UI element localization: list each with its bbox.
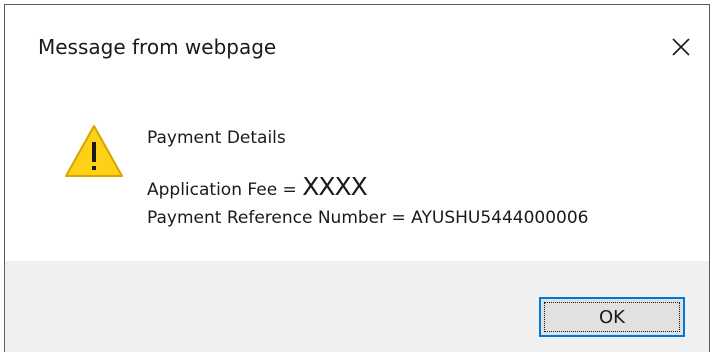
message-dialog: Message from webpage Payment Details App… bbox=[4, 4, 710, 352]
fee-label: Application Fee = bbox=[147, 180, 303, 200]
payment-reference-line: Payment Reference Number = AYUSHU5444000… bbox=[147, 208, 589, 228]
close-button[interactable] bbox=[661, 27, 701, 67]
message-heading: Payment Details bbox=[147, 128, 286, 148]
warning-icon bbox=[65, 125, 123, 177]
dialog-footer: OK bbox=[5, 261, 709, 352]
fee-value: XXXX bbox=[302, 172, 368, 201]
ok-button[interactable]: OK bbox=[539, 297, 685, 337]
dialog-titlebar: Message from webpage bbox=[5, 5, 709, 83]
dialog-title: Message from webpage bbox=[38, 35, 277, 59]
close-icon bbox=[672, 38, 690, 56]
page: Message from webpage Payment Details App… bbox=[0, 0, 714, 358]
application-fee-line: Application Fee = XXXX bbox=[147, 172, 368, 201]
ok-button-label: OK bbox=[599, 306, 625, 328]
